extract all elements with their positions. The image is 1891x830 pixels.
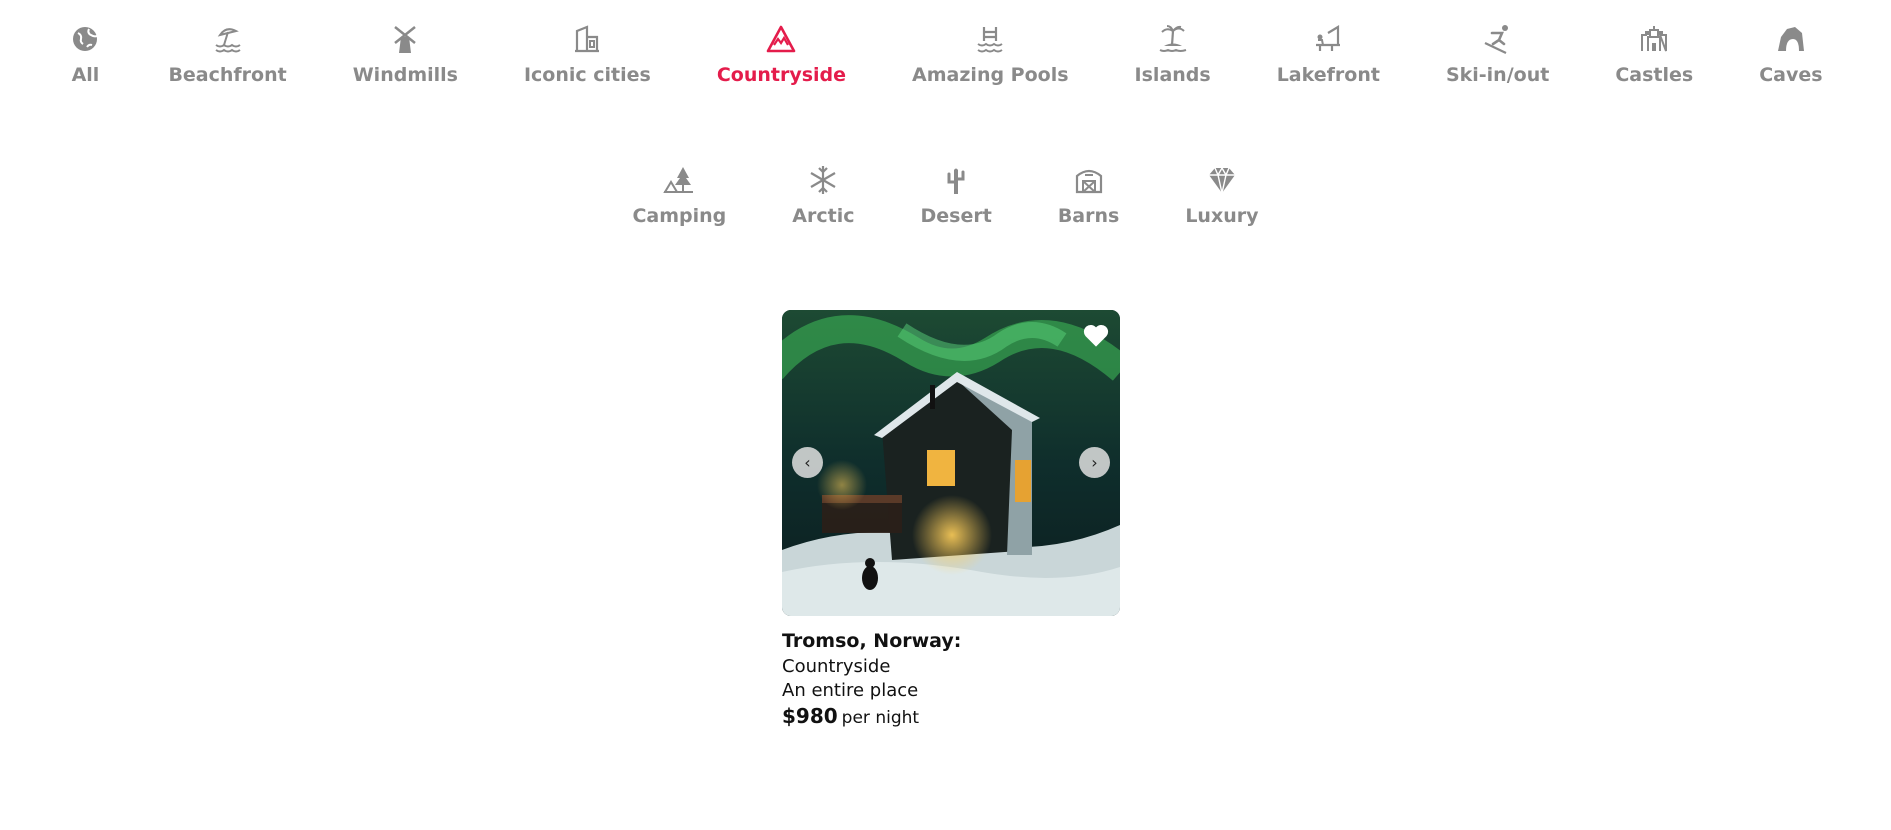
category-label: Lakefront [1276, 64, 1380, 86]
category-label: All [71, 64, 100, 86]
category-label: Caves [1759, 64, 1823, 86]
category-camping[interactable]: Camping [632, 163, 726, 227]
listing-category: Countryside [782, 656, 891, 677]
category-all[interactable]: All [68, 22, 102, 86]
category-label: Amazing Pools [912, 64, 1069, 86]
cave-icon [1774, 22, 1808, 56]
lake-pier-icon [1311, 22, 1345, 56]
category-beachfront[interactable]: Beachfront [168, 22, 287, 86]
cactus-icon [939, 163, 973, 197]
globe-icon [68, 22, 102, 56]
listing-info: Tromso, Norway: Countryside An entire pl… [782, 630, 1120, 728]
category-iconic-cities[interactable]: Iconic cities [524, 22, 651, 86]
skier-icon [1481, 22, 1515, 56]
category-countryside[interactable]: Countryside [717, 22, 846, 86]
palm-island-icon [1156, 22, 1190, 56]
category-caves[interactable]: Caves [1759, 22, 1823, 86]
category-bar-row-2: Camping Arctic Desert Barns Luxury [0, 163, 1891, 227]
windmill-icon [388, 22, 422, 56]
category-label: Ski-in/out [1445, 64, 1550, 86]
barn-icon [1072, 163, 1106, 197]
pool-icon [973, 22, 1007, 56]
category-islands[interactable]: Islands [1135, 22, 1211, 86]
category-amazing-pools[interactable]: Amazing Pools [912, 22, 1069, 86]
category-label: Iconic cities [523, 64, 651, 86]
category-label: Islands [1134, 64, 1211, 86]
category-label: Arctic [792, 205, 855, 227]
category-label: Castles [1615, 64, 1694, 86]
category-ski-in-out[interactable]: Ski-in/out [1446, 22, 1549, 86]
tent-tree-icon [662, 163, 696, 197]
listing-card[interactable]: ‹ › Tromso, Norway: Countryside An entir… [782, 310, 1120, 731]
category-label: Barns [1057, 205, 1120, 227]
category-lakefront[interactable]: Lakefront [1277, 22, 1380, 86]
category-label: Windmills [352, 64, 458, 86]
listing-price: $980 [782, 704, 838, 728]
city-building-icon [570, 22, 604, 56]
next-photo-button[interactable]: › [1079, 447, 1110, 478]
favorite-heart-icon[interactable] [1082, 322, 1110, 348]
diamond-icon [1205, 163, 1239, 197]
price-suffix: per night [841, 708, 920, 728]
listing-price-row: $980 per night [782, 704, 1120, 728]
category-luxury[interactable]: Luxury [1185, 163, 1259, 227]
castle-icon [1637, 22, 1671, 56]
category-barns[interactable]: Barns [1057, 163, 1120, 227]
snowflake-icon [806, 163, 840, 197]
category-label: Beachfront [168, 64, 287, 86]
category-castles[interactable]: Castles [1615, 22, 1693, 86]
listing-location: Tromso, Norway: [782, 630, 962, 652]
category-label: Luxury [1185, 205, 1259, 227]
beach-umbrella-icon [211, 22, 245, 56]
category-label: Countryside [716, 64, 847, 86]
category-label: Camping [632, 205, 727, 227]
category-arctic[interactable]: Arctic [792, 163, 855, 227]
listing-photo[interactable]: ‹ › [782, 310, 1120, 616]
category-label: Desert [920, 205, 992, 227]
category-windmills[interactable]: Windmills [353, 22, 458, 86]
cabin-aurora-image [782, 310, 1120, 616]
listing-type: An entire place [782, 680, 919, 701]
category-bar-row-1: All Beachfront Windmills Iconic cities C… [0, 22, 1891, 86]
previous-photo-button[interactable]: ‹ [792, 447, 823, 478]
mountain-icon [764, 22, 798, 56]
category-desert[interactable]: Desert [921, 163, 992, 227]
